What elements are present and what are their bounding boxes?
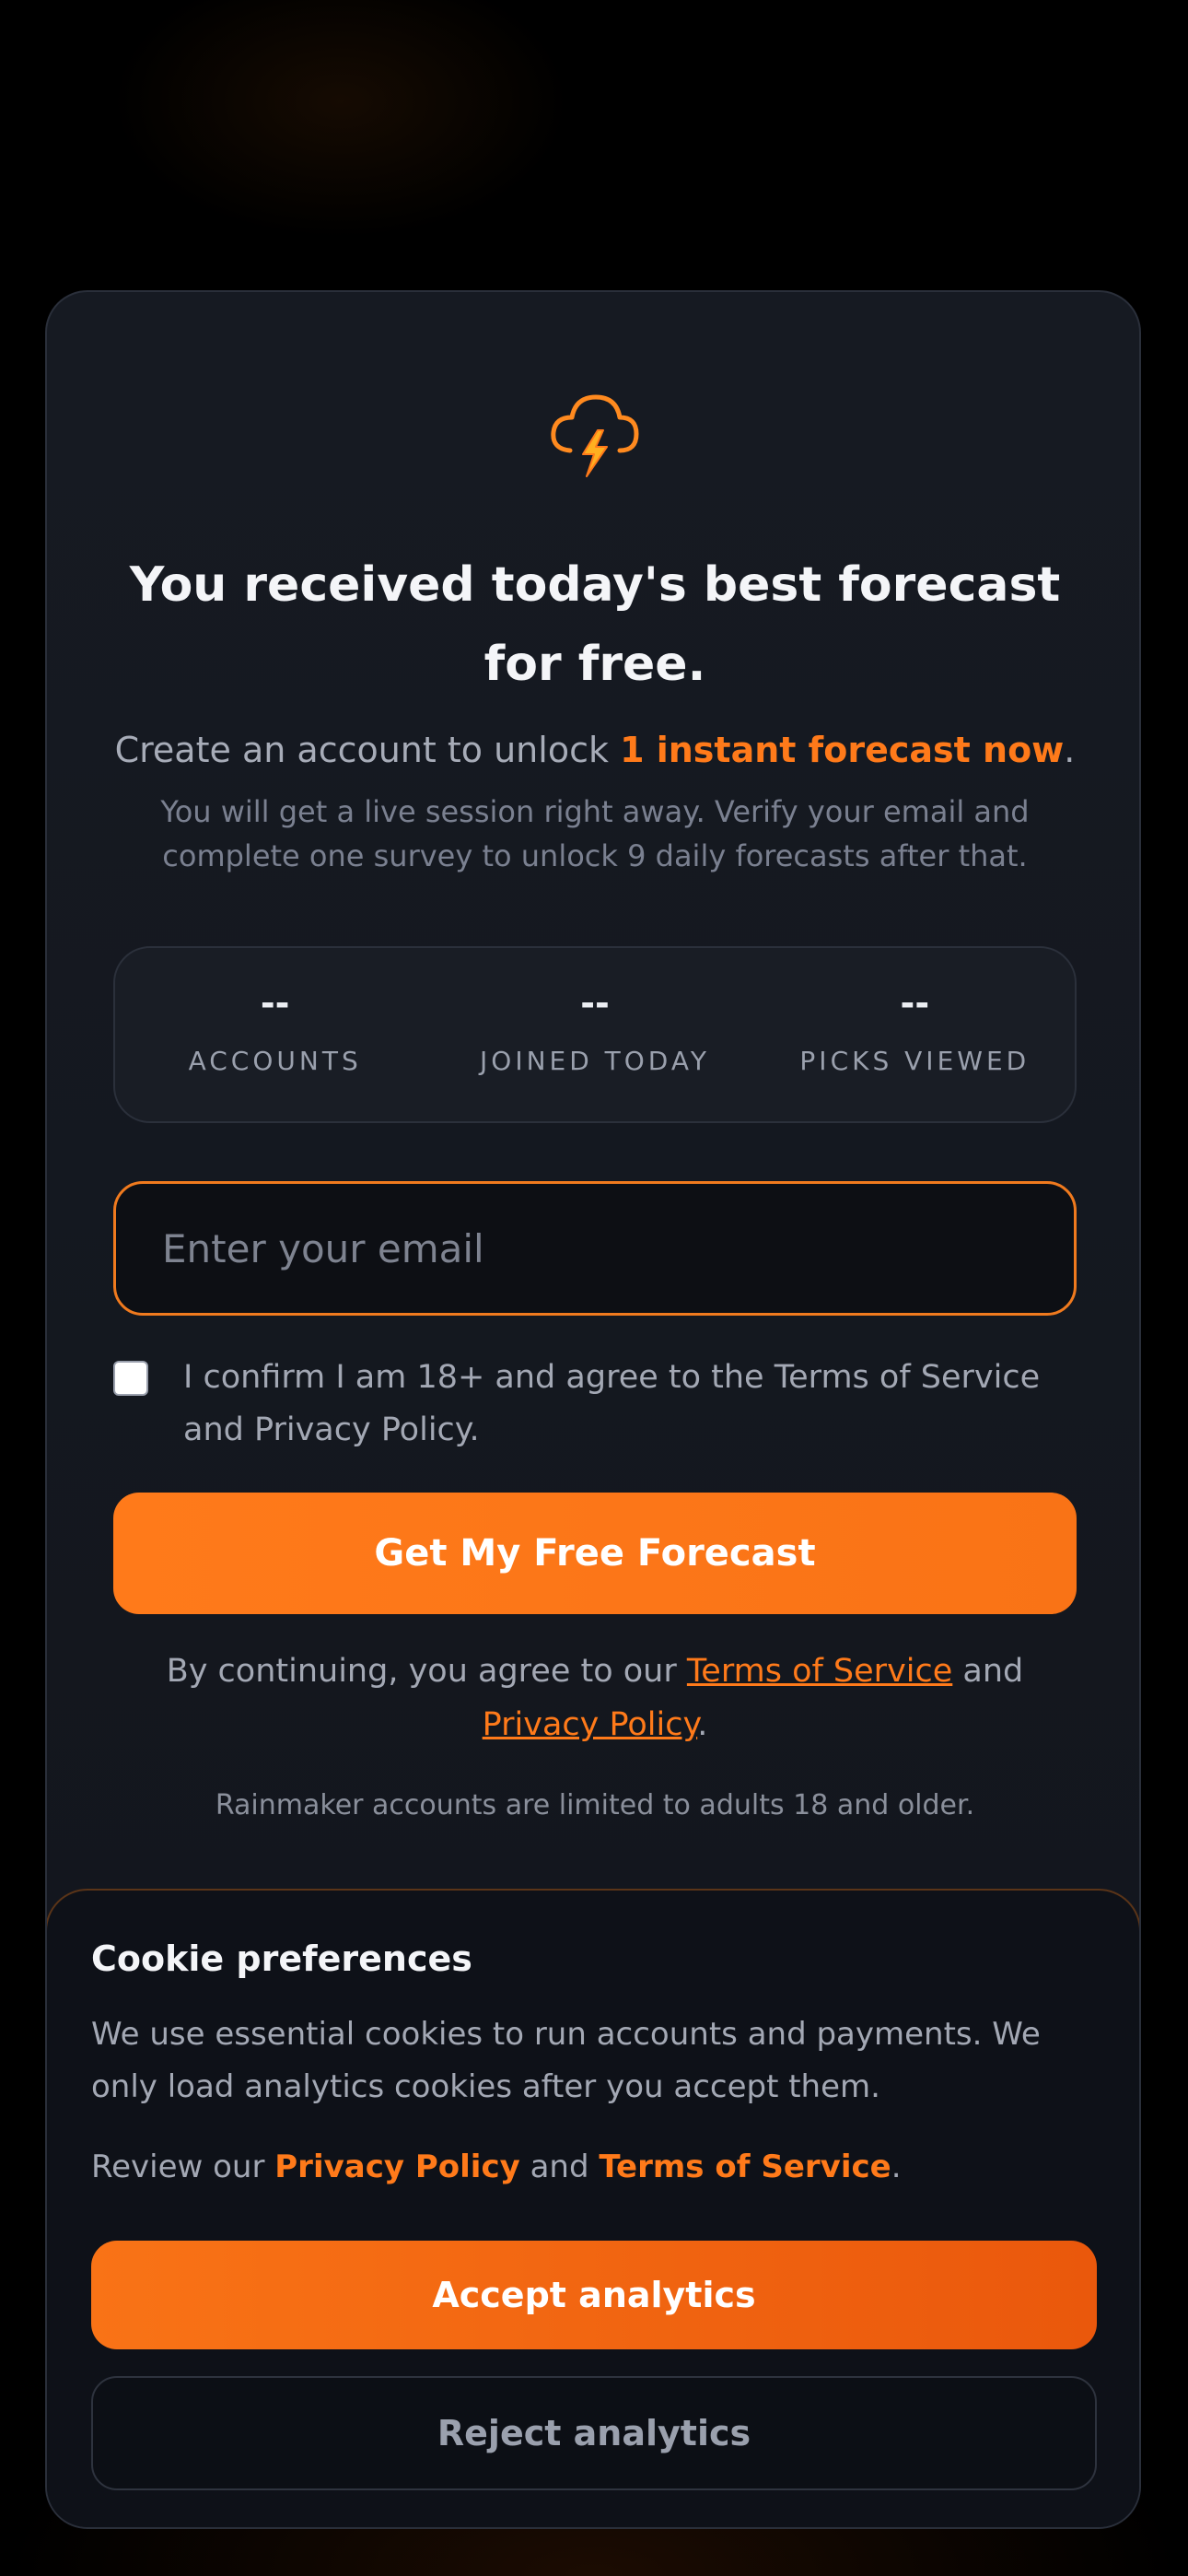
accept-analytics-button[interactable]: Accept analytics xyxy=(91,2241,1097,2349)
cookie-review-prefix: Review our xyxy=(91,2149,275,2185)
terms-middle: and xyxy=(952,1653,1024,1690)
get-free-forecast-button[interactable]: Get My Free Forecast xyxy=(113,1493,1077,1614)
terms-suffix: . xyxy=(697,1706,708,1743)
terms-of-service-link[interactable]: Terms of Service xyxy=(687,1653,952,1690)
cookie-review-middle: and xyxy=(519,2149,600,2185)
stat-value: -- xyxy=(260,983,290,1024)
reject-analytics-button[interactable]: Reject analytics xyxy=(91,2376,1097,2490)
age-consent-row: I confirm I am 18+ and agree to the Term… xyxy=(113,1352,1077,1457)
stat-label: JOINED TODAY xyxy=(480,1046,710,1076)
signup-card: You received today's best forecast for f… xyxy=(45,290,1141,2529)
unlock-subtitle-suffix: . xyxy=(1064,730,1076,770)
page-title: You received today's best forecast for f… xyxy=(129,557,1061,692)
terms-notice: By continuing, you agree to our Terms of… xyxy=(113,1645,1077,1751)
age-consent-checkbox[interactable] xyxy=(113,1361,148,1396)
stat-value: -- xyxy=(580,983,610,1024)
stats-panel: -- ACCOUNTS -- JOINED TODAY -- PICKS VIE… xyxy=(113,946,1077,1123)
background-glow-top xyxy=(111,0,571,240)
stat-label: PICKS VIEWED xyxy=(799,1046,1031,1076)
instant-forecast-highlight: 1 instant forecast now xyxy=(620,730,1065,770)
cookie-banner: Cookie preferences We use essential cook… xyxy=(47,1889,1139,2527)
stat-joined-today: -- JOINED TODAY xyxy=(435,948,754,1121)
storm-cloud-lightning-icon xyxy=(544,384,646,486)
stat-value: -- xyxy=(900,983,930,1024)
privacy-policy-link[interactable]: Privacy Policy xyxy=(483,1706,698,1743)
stat-picks-viewed: -- PICKS VIEWED xyxy=(755,948,1075,1121)
cookie-description: We use essential cookies to run accounts… xyxy=(91,2016,1041,2105)
cookie-title: Cookie preferences xyxy=(91,1938,472,1979)
cookie-terms-of-service-link[interactable]: Terms of Service xyxy=(599,2149,891,2185)
cookie-privacy-policy-link[interactable]: Privacy Policy xyxy=(274,2149,520,2185)
unlock-subtitle: Create an account to unlock 1 instant fo… xyxy=(102,725,1088,775)
session-description: You will get a live session right away. … xyxy=(160,794,1030,873)
stat-label: ACCOUNTS xyxy=(188,1046,362,1076)
unlock-subtitle-prefix: Create an account to unlock xyxy=(114,730,621,770)
stat-accounts: -- ACCOUNTS xyxy=(115,948,435,1121)
email-input[interactable] xyxy=(113,1181,1077,1316)
age-notice: Rainmaker accounts are limited to adults… xyxy=(215,1789,975,1821)
age-consent-label[interactable]: I confirm I am 18+ and agree to the Term… xyxy=(183,1352,1077,1457)
terms-prefix: By continuing, you agree to our xyxy=(166,1653,687,1690)
cookie-review-suffix: . xyxy=(891,2149,902,2185)
cookie-review-links: Review our Privacy Policy and Terms of S… xyxy=(91,2149,902,2185)
